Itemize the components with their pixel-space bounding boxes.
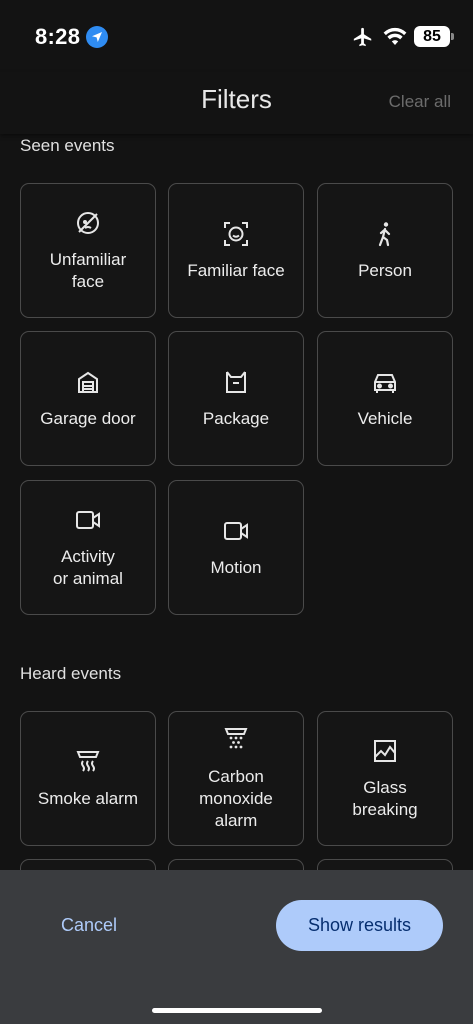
top-app-bar: Filters Clear all [0,72,473,134]
filters-list[interactable]: Seen events Unfamiliar face Familiar fac… [0,134,473,870]
section-title-heard-events: Heard events [20,664,122,683]
filter-label: Carbon monoxide alarm [199,766,273,830]
glass-breaking-icon [374,739,396,762]
filter-label: Glass breaking [352,777,418,819]
filter-label: Vehicle [357,408,413,428]
car-icon [374,373,396,393]
show-results-button[interactable]: Show results [276,900,443,951]
smoke-alarm-icon [76,750,100,772]
video-camera-icon [76,510,100,529]
clear-all-button[interactable]: Clear all [389,92,451,112]
bottom-action-sheet: Cancel Show results [0,870,473,1024]
filter-label: Package [202,408,270,428]
filter-activity-or-animal[interactable]: Activity or animal [20,480,156,615]
filter-glass-breaking[interactable]: Glass breaking [317,711,453,846]
package-icon [226,370,246,393]
filter-label: Smoke alarm [37,788,139,808]
status-bar: 8:28 85 [0,0,473,72]
filter-label: Familiar face [187,260,285,280]
filter-label: Activity or animal [53,546,123,588]
filter-tile-partial[interactable] [317,859,453,870]
filter-label: Garage door [40,408,136,428]
cancel-button[interactable]: Cancel [40,905,138,945]
familiar-face-icon [224,221,248,246]
filter-label: Person [358,260,412,280]
section-title-seen-events: Seen events [20,136,115,155]
garage-icon [78,371,98,393]
wifi-icon [383,27,407,45]
filter-carbon-monoxide-alarm[interactable]: Carbon monoxide alarm [168,711,304,846]
filter-tile-partial[interactable] [168,859,304,870]
filter-familiar-face[interactable]: Familiar face [168,183,304,318]
filter-smoke-alarm[interactable]: Smoke alarm [20,711,156,846]
filter-motion[interactable]: Motion [168,480,304,615]
status-time: 8:28 [35,24,81,49]
filter-person[interactable]: Person [317,183,453,318]
filter-label: Unfamiliar face [49,249,127,291]
co-alarm-icon [224,727,248,748]
filter-package[interactable]: Package [168,331,304,466]
filter-vehicle[interactable]: Vehicle [317,331,453,466]
video-camera-icon [224,521,248,540]
location-icon [86,26,108,48]
unfamiliar-face-icon [77,211,99,234]
filter-tile-partial[interactable] [20,859,156,870]
home-indicator[interactable] [152,1008,322,1013]
filter-garage-door[interactable]: Garage door [20,331,156,466]
filter-unfamiliar-face[interactable]: Unfamiliar face [20,183,156,318]
battery-icon: 85 [414,26,454,47]
airplane-icon [353,27,372,47]
filter-label: Motion [210,557,262,577]
person-walking-icon [378,221,391,246]
